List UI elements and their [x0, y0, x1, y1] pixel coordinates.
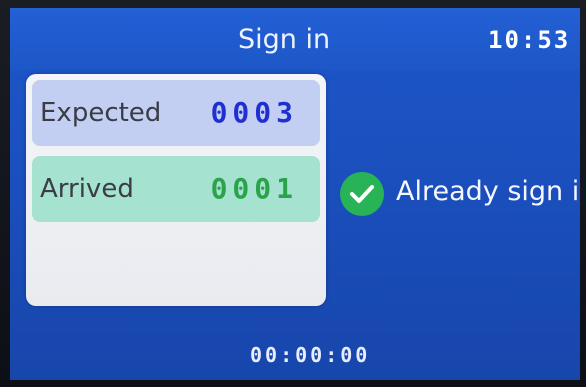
arrived-row: Arrived 0001	[32, 156, 320, 222]
expected-row: Expected 0003	[32, 80, 320, 146]
elapsed-timer: 00:00:00	[250, 343, 371, 367]
attendance-card: Expected 0003 Arrived 0001	[26, 74, 326, 306]
sign-in-status: Already sign in	[340, 168, 580, 218]
device-screen: Sign in 10:53 Expected 0003 Arrived 0001…	[10, 8, 580, 380]
arrived-count: 0001	[210, 172, 298, 205]
screen-title: Sign in	[238, 24, 331, 55]
check-circle-icon	[340, 172, 384, 216]
clock-display: 10:53	[488, 26, 571, 54]
header-bar: Sign in 10:53	[10, 8, 580, 70]
status-message: Already sign in	[396, 176, 580, 207]
expected-count: 0003	[210, 96, 298, 129]
expected-label: Expected	[40, 98, 162, 128]
arrived-label: Arrived	[40, 174, 134, 204]
